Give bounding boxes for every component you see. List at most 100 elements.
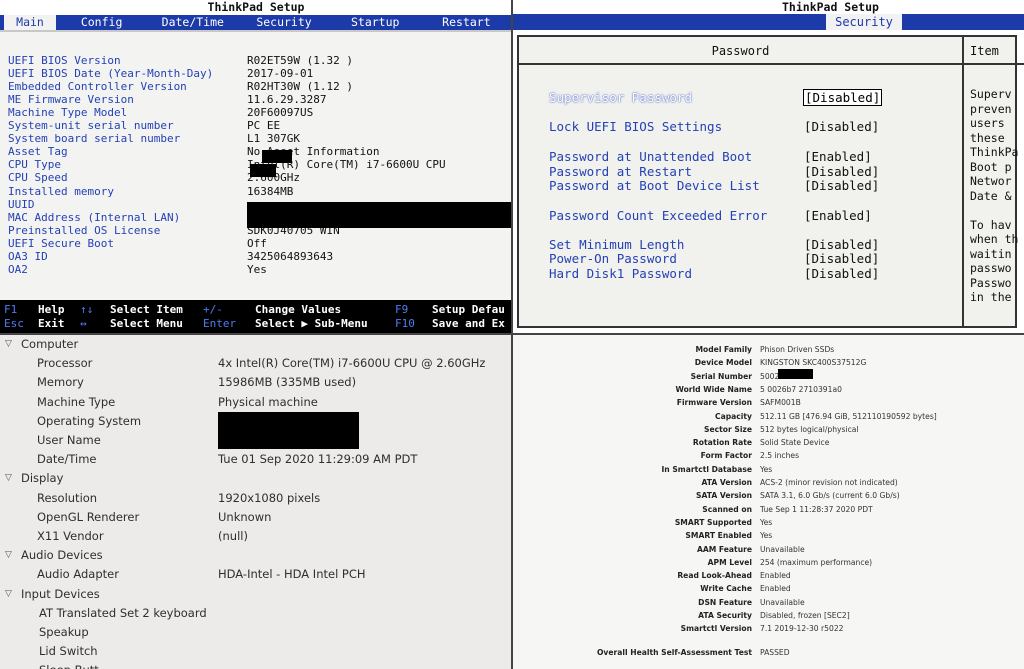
key-help-label: Help [38,303,65,316]
smart-attribute-label: In Smartctl Database [661,464,752,474]
tab-startup[interactable]: Startup [330,15,421,30]
security-setting-value[interactable]: [Disabled] [804,266,879,281]
tree-item[interactable]: Memory 15986MB (335MB used) [0,373,512,392]
tree-item[interactable]: Sleep Butt [0,661,512,669]
bios-info-label: System board serial number [8,132,181,146]
bios-tab-bar: Security [512,14,1024,30]
bios-info-label: OA3 ID [8,249,48,263]
security-setting-value[interactable]: [Enabled] [804,149,872,164]
help-line: users [970,116,1005,130]
security-setting-row[interactable]: Hard Disk1 Password [Disabled] [549,266,959,281]
security-setting-row[interactable]: Password at Boot Device List [Disabled] [549,178,959,193]
tree-item[interactable]: X11 Vendor (null) [0,527,512,546]
tree-item[interactable]: Processor 4x Intel(R) Core(TM) i7-6600U C… [0,354,512,373]
disk-smart-info: Model Family Phison Driven SSDs Device Mod… [512,334,1024,669]
security-setting-row[interactable]: Password at Unattended Boot [Enabled] [549,149,959,164]
tab-date-time[interactable]: Date/Time [147,15,238,30]
security-setting-value[interactable]: [Disabled] [804,119,879,134]
bios-info-row[interactable]: Installed memory 16384MB [8,185,508,198]
security-setting-value[interactable]: [Disabled] [804,178,879,193]
smart-attribute-row: Read Look-Ahead Enabled [512,569,1024,582]
smart-attribute-value: SATA 3.1, 6.0 Gb/s (current 6.0 Gb/s) [760,491,900,501]
security-setting-row[interactable]: Password Count Exceeded Error [Enabled] [549,208,959,223]
security-setting-row[interactable]: Supervisor Password [Disabled] [549,89,959,106]
tree-item[interactable]: Audio Adapter HDA-Intel - HDA Intel PCH [0,565,512,584]
tree-item-value: 1920x1080 pixels [218,490,321,505]
security-setting-value-text: [Disabled] [804,164,880,179]
smart-attribute-label: Model Family [695,345,752,354]
tree-group-input-devices[interactable]: ▽ Input Devices [0,585,512,604]
smart-attribute-value: Yes [760,517,773,527]
bios-info-row[interactable]: UEFI BIOS Date (Year-Month-Day) 2017-09-0… [8,67,508,80]
help-line: in the [970,290,1012,304]
tree-item[interactable]: Lid Switch [0,642,512,661]
smart-attribute-value: 5 0026b7 2710391a0 [760,384,842,394]
security-setting-label: Hard Disk1 Password [549,266,692,281]
security-setting-value-text: [Enabled] [804,149,872,164]
tree-item-label: Date/Time [37,452,97,467]
smart-attribute-label: Write Cache [700,584,752,594]
tab-config[interactable]: Config [56,15,147,30]
security-setting-row[interactable]: Power-On Password [Disabled] [549,251,959,266]
smart-attribute-row: Scanned on Tue Sep 1 11:28:37 2020 PDT [512,503,1024,516]
bios-info-row[interactable]: Machine Type Model 20F60097US [8,106,508,119]
smart-attribute-value: KINGSTON SKC400S37512G [760,358,867,368]
tree-item[interactable]: AT Translated Set 2 keyboard [0,604,512,623]
smart-attribute-row: In Smartctl Database Yes [512,463,1024,476]
security-setting-value[interactable]: [Disabled] [802,89,883,106]
bios-info-row[interactable]: Embedded Controller Version R02HT30W (1.1… [8,80,508,93]
security-setting-label: Password at Restart [549,164,692,179]
security-setting-label: Set Minimum Length [549,237,685,252]
tree-item[interactable]: OpenGL Renderer Unknown [0,508,512,527]
security-setting-row[interactable]: Lock UEFI BIOS Settings [Disabled] [549,119,959,134]
expand-triangle-icon[interactable]: ▽ [5,335,12,354]
security-setting-value[interactable]: [Disabled] [804,164,879,179]
tab-security[interactable]: Security [826,14,902,30]
tab-security[interactable]: Security [238,15,329,30]
bios-info-row[interactable]: Asset Tag No Asset Information [8,145,508,158]
bios-info-row[interactable]: OA2 Yes [8,263,508,276]
tree-group-audio-devices[interactable]: ▽ Audio Devices [0,546,512,565]
smart-attribute-row: ATA Version ACS-2 (minor revision not ind… [512,476,1024,489]
help-line: Boot p [970,159,1012,174]
security-setting-label: Supervisor Password [549,90,692,105]
expand-triangle-icon[interactable]: ▽ [5,546,12,565]
tree-group-display[interactable]: ▽ Display [0,469,512,488]
smart-attribute-label: Device Model [694,358,752,368]
tree-group-computer[interactable]: ▽ Computer [0,335,512,354]
tab-main[interactable]: Main [4,15,56,30]
bios-info-label: ME Firmware Version [8,93,134,107]
tree-item[interactable]: Machine Type Physical machine [0,393,512,412]
security-setting-value[interactable]: [Disabled] [804,237,879,252]
smart-attribute-label: SATA Version [696,491,752,501]
tree-item[interactable]: Date/Time Tue 01 Sep 2020 11:29:09 AM PDT [0,450,512,469]
security-setting-row[interactable]: Set Minimum Length [Disabled] [549,237,959,252]
security-setting-value-text: [Disabled] [804,237,880,252]
key-save-exit-label: Save and Ex [432,317,505,330]
bios-info-row[interactable]: OA3 ID 3425064893643 [8,250,508,263]
smart-attribute-row: SMART Supported Yes [512,516,1024,529]
help-line: Passwo [970,275,1012,290]
expand-triangle-icon[interactable]: ▽ [5,585,12,604]
tree-item[interactable]: Resolution 1920x1080 pixels [0,489,512,508]
redaction-box [218,412,359,449]
tree-item-label: AT Translated Set 2 keyboard [39,605,207,620]
smart-attribute-label: Capacity [715,411,752,421]
help-line: preven [970,101,1012,116]
security-setting-value[interactable]: [Enabled] [804,208,872,223]
bios-info-row[interactable]: System board serial number L1 307GK [8,132,508,145]
tab-restart[interactable]: Restart [421,15,512,30]
security-setting-value[interactable]: [Disabled] [804,251,879,266]
security-setting-row[interactable]: Password at Restart [Disabled] [549,164,959,179]
bios-info-row[interactable]: System-unit serial number PC EE [8,119,508,132]
bios-tab-bar: Main Config Date/Time Security Startup R… [0,15,512,30]
tree-item-value: (null) [218,529,248,543]
key-updown-arrows: ↑↓ [80,303,94,316]
tree-item[interactable]: Speakup [0,623,512,642]
bios-info-row[interactable]: UEFI Secure Boot Off [8,237,508,250]
bios-info-value: Yes [247,262,267,276]
bios-info-row[interactable]: UEFI BIOS Version R02ET59W (1.32 ) [8,54,508,67]
bios-info-row[interactable]: ME Firmware Version 11.6.29.3287 [8,93,508,106]
bios-info-label: UUID [8,197,35,211]
expand-triangle-icon[interactable]: ▽ [5,469,12,488]
